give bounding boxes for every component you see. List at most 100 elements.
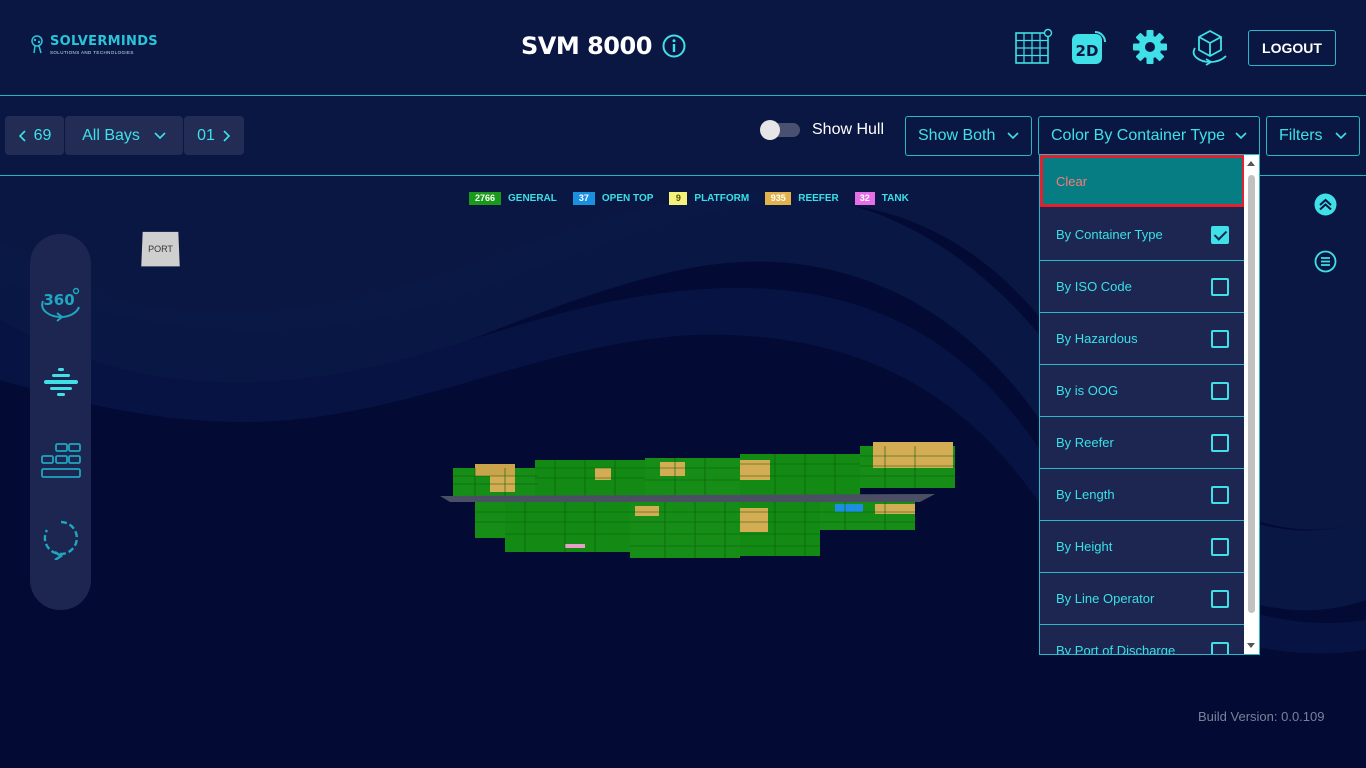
- scrollbar-thumb[interactable]: [1248, 175, 1255, 613]
- 2d-view-icon: 2D: [1072, 31, 1106, 64]
- checkbox[interactable]: [1211, 433, 1229, 452]
- menu-item-by-is-oog[interactable]: By is OOG: [1040, 365, 1245, 417]
- chevron-right-icon: [223, 129, 231, 142]
- legend-count: 37: [572, 192, 595, 205]
- logo-name: SOLVERMINDS: [50, 34, 158, 49]
- menu-item-label: By Length: [1056, 487, 1115, 502]
- chevron-down-icon: [154, 131, 166, 139]
- svg-text:360: 360: [43, 291, 74, 309]
- logo-mark-icon: [31, 34, 43, 53]
- chevron-left-icon: [18, 129, 26, 142]
- checkbox[interactable]: [1211, 641, 1229, 654]
- checkbox[interactable]: [1211, 485, 1229, 504]
- checkbox-checked[interactable]: [1211, 225, 1229, 244]
- show-both-label: Show Both: [918, 127, 996, 144]
- view-tools-sidebar: 360: [30, 234, 91, 610]
- build-version: Build Version: 0.0.109: [1198, 709, 1325, 724]
- checkbox[interactable]: [1211, 329, 1229, 348]
- logo-tagline: SOLUTIONS AND TECHNOLOGIES: [50, 50, 134, 55]
- show-both-dropdown[interactable]: Show Both: [905, 116, 1032, 156]
- container-stack-button[interactable]: [38, 438, 83, 483]
- legend-label: GENERAL: [508, 193, 557, 204]
- legend-item-general: 2766 GENERAL: [469, 192, 557, 205]
- chevron-down-icon: [1235, 132, 1247, 140]
- chevron-down-icon: [1335, 132, 1347, 140]
- color-by-label: Color By Container Type: [1051, 127, 1226, 144]
- legend-count: 2766: [469, 192, 501, 205]
- legend-item-reefer: 935 REEFER: [765, 192, 839, 205]
- company-logo: SOLVERMINDS SOLUTIONS AND TECHNOLOGIES: [30, 34, 158, 55]
- menu-scrollbar[interactable]: [1244, 155, 1259, 654]
- layers-icon: [43, 367, 78, 396]
- menu-item-label: Clear: [1056, 173, 1088, 189]
- port-side-marker: PORT: [141, 231, 180, 267]
- container-type-legend: 2766 GENERAL 37 OPEN TOP 9 PLATFORM 935 …: [469, 192, 925, 205]
- 3d-cube-icon[interactable]: [1190, 28, 1230, 66]
- legend-label: TANK: [881, 193, 909, 204]
- legend-count: 935: [765, 192, 792, 205]
- bay-next-button[interactable]: 01: [184, 116, 244, 155]
- collapse-up-icon[interactable]: [1314, 193, 1337, 216]
- checkbox[interactable]: [1211, 589, 1229, 608]
- bay-prev-button[interactable]: 69: [5, 116, 64, 155]
- menu-item-by-line-operator[interactable]: By Line Operator: [1040, 573, 1245, 625]
- checkbox[interactable]: [1211, 537, 1229, 556]
- layers-button[interactable]: [38, 360, 83, 405]
- menu-item-by-reefer[interactable]: By Reefer: [1040, 417, 1245, 469]
- bay-prev-label: 69: [33, 126, 52, 144]
- color-by-menu: Clear By Container Type By ISO Code By H…: [1039, 154, 1260, 655]
- info-icon[interactable]: [662, 34, 686, 58]
- legend-item-open-top: 37 OPEN TOP: [572, 192, 654, 205]
- bay-navigator: 69 All Bays 01: [5, 116, 245, 155]
- menu-item-by-port-of-discharge[interactable]: By Port of Discharge: [1040, 625, 1245, 654]
- toggle-knob: [760, 120, 780, 140]
- checkbox[interactable]: [1211, 381, 1229, 400]
- filters-label: Filters: [1279, 127, 1323, 144]
- checkbox[interactable]: [1211, 277, 1229, 296]
- menu-item-label: By is OOG: [1056, 383, 1119, 398]
- menu-item-by-height[interactable]: By Height: [1040, 521, 1245, 573]
- legend-count: 9: [669, 192, 688, 205]
- legend-item-platform: 9 PLATFORM: [669, 192, 749, 205]
- upper-deck-containers: [453, 442, 955, 496]
- reset-view-button[interactable]: [38, 516, 83, 561]
- reset-view-icon: [43, 520, 78, 560]
- bay-select-label: All Bays: [82, 126, 140, 144]
- legend-label: PLATFORM: [694, 193, 750, 204]
- scroll-down-arrow-icon[interactable]: [1247, 643, 1255, 648]
- settings-gear-icon[interactable]: [1132, 28, 1168, 66]
- menu-item-label: By Height: [1056, 539, 1113, 554]
- color-by-dropdown[interactable]: Color By Container Type: [1038, 116, 1260, 156]
- 2d-view-label: 2D: [1076, 42, 1099, 60]
- legend-item-tank: 32 TANK: [854, 192, 909, 205]
- container-stack-icon: [40, 442, 81, 478]
- menu-item-by-container-type[interactable]: By Container Type: [1040, 209, 1245, 261]
- ship-3d-view[interactable]: [435, 438, 960, 563]
- list-menu-icon[interactable]: [1314, 250, 1337, 273]
- logout-button[interactable]: LOGOUT: [1248, 30, 1336, 66]
- grid-view-icon[interactable]: [1014, 28, 1054, 66]
- menu-item-label: By Reefer: [1056, 435, 1114, 450]
- menu-item-by-hazardous[interactable]: By Hazardous: [1040, 313, 1245, 365]
- legend-label: REEFER: [798, 193, 839, 204]
- bay-select[interactable]: All Bays: [65, 116, 183, 155]
- top-header: SOLVERMINDS SOLUTIONS AND TECHNOLOGIES S…: [0, 0, 1366, 96]
- legend-label: OPEN TOP: [601, 193, 654, 204]
- menu-item-by-iso-code[interactable]: By ISO Code: [1040, 261, 1245, 313]
- filters-dropdown[interactable]: Filters: [1266, 116, 1360, 156]
- menu-item-clear[interactable]: Clear: [1040, 155, 1245, 207]
- show-hull-label: Show Hull: [812, 121, 885, 138]
- lower-hold-containers: [475, 502, 915, 558]
- menu-item-by-length[interactable]: By Length: [1040, 469, 1245, 521]
- scroll-up-arrow-icon[interactable]: [1247, 161, 1255, 166]
- 2d-view-button[interactable]: 2D: [1071, 28, 1109, 66]
- legend-count: 32: [854, 192, 875, 205]
- rotate-360-button[interactable]: 360: [38, 282, 83, 327]
- bay-next-label: 01: [197, 126, 215, 144]
- menu-item-label: By Hazardous: [1056, 331, 1138, 346]
- show-hull-toggle[interactable]: [760, 120, 800, 140]
- menu-item-label: By Line Operator: [1056, 591, 1155, 606]
- chevron-down-icon: [1007, 132, 1019, 140]
- menu-item-label: By ISO Code: [1056, 279, 1132, 294]
- page-title: SVM 8000: [521, 32, 652, 60]
